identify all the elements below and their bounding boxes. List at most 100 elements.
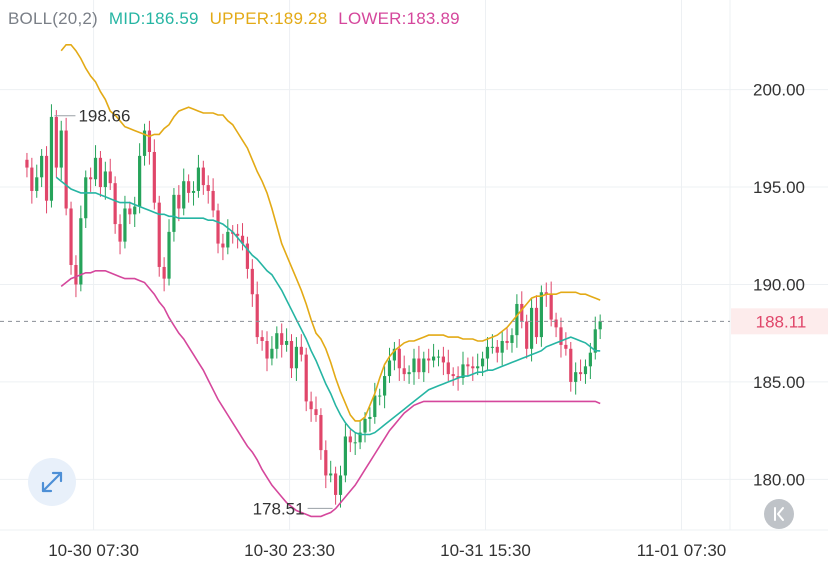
candle bbox=[147, 120, 152, 165]
candle-body bbox=[451, 374, 455, 377]
candle bbox=[304, 347, 308, 412]
candle-body bbox=[201, 167, 205, 186]
candle-body bbox=[128, 208, 132, 215]
candle-body bbox=[402, 368, 406, 375]
candlesticks bbox=[25, 104, 602, 508]
candle bbox=[265, 331, 269, 372]
candle-body bbox=[329, 473, 333, 476]
candle-body bbox=[485, 346, 490, 359]
expand-button[interactable] bbox=[28, 458, 76, 506]
candle-body bbox=[157, 202, 161, 267]
candle-body bbox=[123, 208, 127, 242]
y-tick-label: 185.00 bbox=[753, 373, 805, 392]
candle bbox=[441, 346, 445, 376]
candle-body bbox=[476, 366, 480, 369]
candle-body bbox=[436, 356, 441, 358]
candle bbox=[461, 351, 465, 385]
candle-body bbox=[387, 360, 392, 377]
candle-body bbox=[270, 348, 274, 359]
grid-lines bbox=[0, 0, 828, 531]
candle-body bbox=[363, 418, 367, 433]
bollinger-candlestick-chart[interactable]: 200.00 195.00 190.00 185.00 180.00 10-30 07:… bbox=[0, 0, 828, 566]
candle-body bbox=[441, 356, 445, 363]
candle-body bbox=[167, 231, 171, 279]
candle bbox=[113, 176, 117, 234]
candle-body bbox=[422, 358, 426, 373]
candle bbox=[554, 312, 558, 338]
candle bbox=[407, 365, 411, 384]
candle-body bbox=[578, 372, 583, 375]
candle bbox=[93, 145, 98, 187]
candle-body bbox=[84, 177, 88, 219]
current-price-tag: 188.11 bbox=[731, 308, 828, 335]
candle bbox=[500, 331, 504, 366]
y-tick-label: 190.00 bbox=[753, 275, 805, 294]
collapse-button[interactable] bbox=[764, 499, 794, 529]
candle bbox=[525, 314, 529, 359]
candle bbox=[206, 175, 210, 204]
candle bbox=[495, 340, 499, 363]
candle bbox=[392, 341, 396, 371]
candle-body bbox=[64, 130, 68, 209]
candle-body bbox=[294, 346, 299, 369]
candle-body bbox=[304, 354, 308, 402]
candle bbox=[128, 201, 132, 225]
candle-body bbox=[598, 321, 602, 330]
candle-body bbox=[211, 190, 215, 211]
candle bbox=[260, 330, 264, 351]
candle-body bbox=[40, 155, 44, 178]
candle bbox=[539, 285, 543, 347]
candle bbox=[245, 236, 250, 279]
candle-body bbox=[221, 243, 225, 248]
candle bbox=[510, 328, 514, 353]
candle-body bbox=[275, 333, 279, 349]
candle bbox=[196, 154, 201, 198]
candle-body bbox=[510, 335, 514, 343]
candle-body bbox=[505, 340, 509, 343]
candle-body bbox=[280, 333, 284, 345]
candle bbox=[471, 356, 475, 381]
candle-body bbox=[466, 364, 470, 367]
candle bbox=[387, 347, 392, 383]
candle bbox=[353, 432, 357, 455]
candle bbox=[529, 298, 534, 362]
candle-body bbox=[54, 116, 58, 168]
x-tick-label: 10-31 15:30 bbox=[440, 541, 531, 560]
candle-body bbox=[500, 340, 504, 353]
candle-body bbox=[191, 190, 196, 193]
candle bbox=[84, 170, 88, 228]
candle bbox=[417, 345, 421, 379]
candle bbox=[583, 359, 588, 384]
candle bbox=[69, 201, 73, 275]
candle bbox=[123, 195, 127, 249]
candle-body bbox=[216, 210, 220, 244]
candle-body bbox=[334, 473, 338, 495]
candle-body bbox=[446, 362, 450, 375]
x-axis: 10-30 07:30 10-30 23:30 10-31 15:30 11-01 0… bbox=[48, 541, 726, 560]
candle-body bbox=[319, 415, 323, 451]
candle bbox=[348, 429, 352, 453]
candle bbox=[255, 281, 259, 344]
candle bbox=[569, 341, 573, 392]
legend-indicator-name: BOLL(20,2) bbox=[8, 9, 98, 28]
legend-lower: LOWER:183.89 bbox=[338, 9, 460, 28]
max-annotation-label: 198.66 bbox=[78, 107, 130, 126]
candle bbox=[578, 359, 583, 381]
candle-body bbox=[427, 358, 431, 361]
candle bbox=[30, 157, 34, 204]
candle-body bbox=[525, 321, 529, 349]
candle-body bbox=[520, 303, 524, 322]
candle-body bbox=[49, 116, 54, 201]
candle-body bbox=[265, 340, 269, 359]
candle bbox=[334, 466, 338, 505]
candle-body bbox=[206, 185, 210, 191]
candle bbox=[240, 223, 245, 251]
candle bbox=[275, 326, 279, 359]
candle-body bbox=[368, 416, 372, 419]
candle-body bbox=[299, 346, 303, 355]
y-axis: 200.00 195.00 190.00 185.00 180.00 bbox=[753, 81, 805, 490]
candle bbox=[167, 219, 171, 286]
candle-body bbox=[152, 151, 156, 203]
candle-body bbox=[431, 356, 436, 361]
candle bbox=[138, 143, 142, 214]
